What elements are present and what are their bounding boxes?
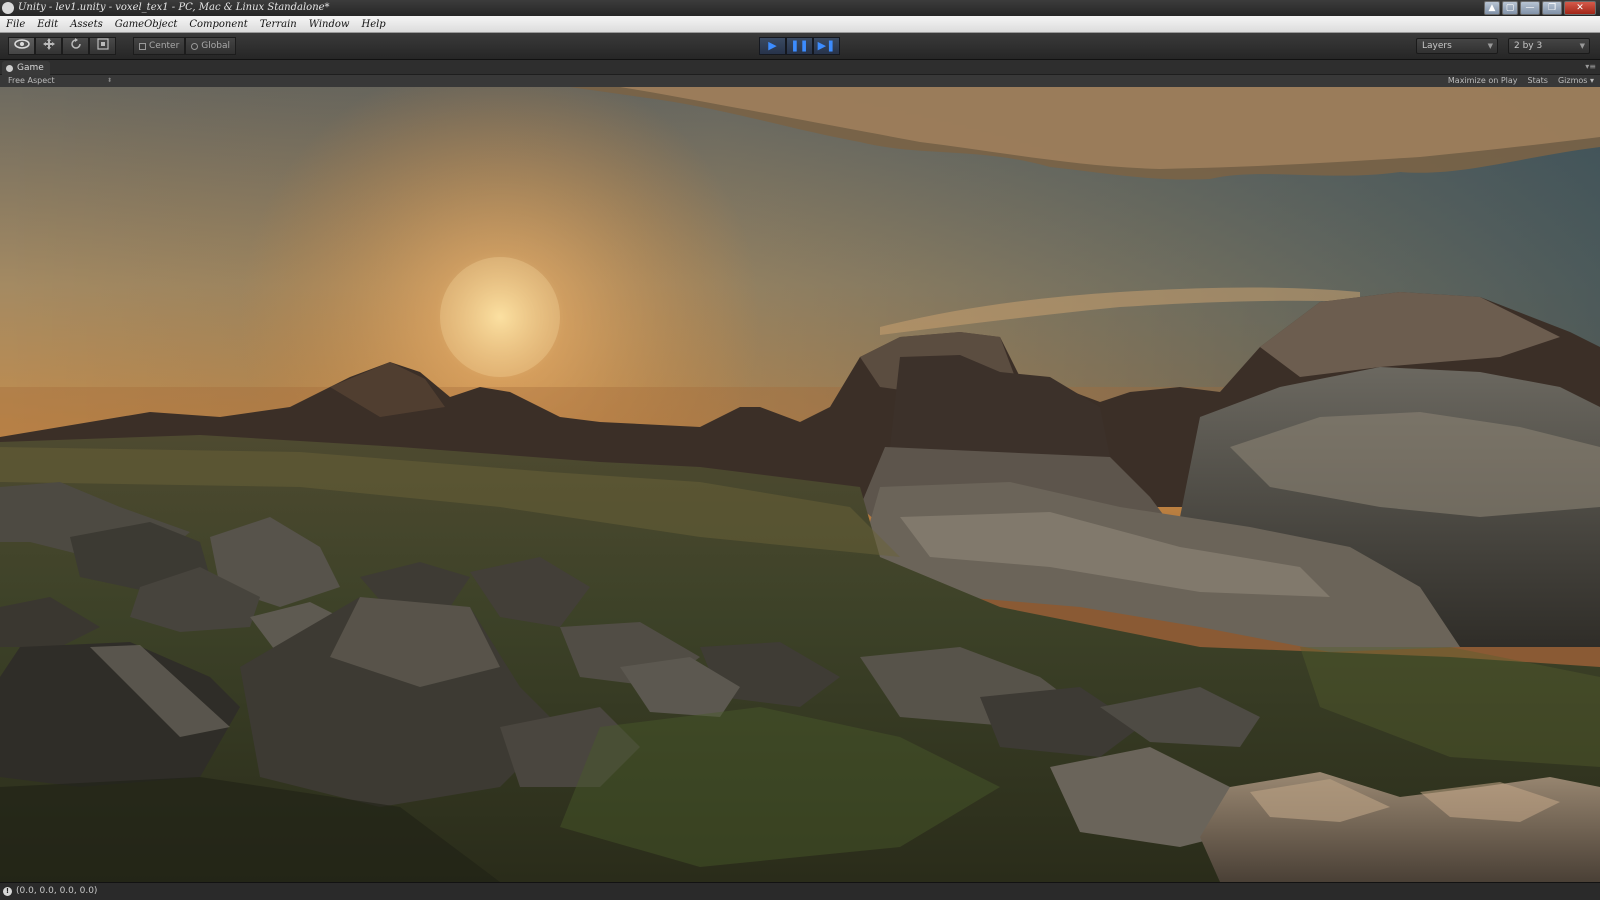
layout-label: 2 by 3 [1514, 41, 1543, 51]
close-button[interactable]: ✕ [1564, 1, 1596, 15]
tab-menu-icon[interactable]: ▾≡ [1585, 62, 1596, 71]
chevron-down-icon: ▼ [1579, 42, 1585, 50]
menu-component[interactable]: Component [189, 19, 247, 30]
chevron-updown-icon: ⬍ [106, 77, 112, 84]
step-button[interactable]: ▶❚ [813, 37, 840, 55]
game-tab-bar: Game ▾≡ [0, 60, 1600, 75]
menu-help[interactable]: Help [361, 19, 385, 30]
game-view-controls: Free Aspect ⬍ Maximize on Play Stats Giz… [0, 75, 1600, 87]
maximize-on-play-toggle[interactable]: Maximize on Play [1448, 75, 1518, 87]
toolbar: Center Global ▶ ❚❚ ▶❚ Layers ▼ 2 by 3 ▼ [0, 33, 1600, 60]
restore-window-button[interactable]: ▢ [1502, 1, 1518, 15]
window-controls: ▲ ▢ — ❐ ✕ [1484, 1, 1596, 15]
transform-tools [8, 37, 116, 55]
menu-bar: File Edit Assets GameObject Component Te… [0, 16, 1600, 33]
status-message[interactable]: (0.0, 0.0, 0.0, 0.0) [16, 883, 97, 900]
eye-icon [13, 39, 30, 49]
playback-controls: ▶ ❚❚ ▶❚ [759, 37, 840, 55]
pivot-rotation-label: Global [201, 41, 231, 51]
menu-window[interactable]: Window [309, 19, 350, 30]
pivot-center-icon [139, 42, 146, 50]
game-tab-icon [6, 64, 13, 72]
tab-game-label: Game [17, 63, 44, 73]
scale-tool-button[interactable] [89, 37, 116, 55]
landscape-render [0, 87, 1600, 882]
pivot-mode-toggle[interactable]: Center [133, 37, 186, 55]
minimize-button[interactable]: — [1520, 1, 1540, 15]
layers-dropdown[interactable]: Layers ▼ [1416, 38, 1498, 54]
window-title: Unity - lev1.unity - voxel_tex1 - PC, Ma… [18, 2, 330, 13]
move-icon [42, 38, 55, 50]
menu-terrain[interactable]: Terrain [260, 19, 297, 30]
layout-dropdown[interactable]: 2 by 3 ▼ [1508, 38, 1590, 54]
game-view-toggles: Maximize on Play Stats Gizmos ▾ [1448, 75, 1594, 87]
aspect-dropdown[interactable]: Free Aspect ⬍ [8, 75, 112, 87]
info-icon: ! [3, 887, 12, 896]
rotate-icon [70, 38, 81, 49]
layers-label: Layers [1422, 41, 1452, 51]
pivot-rotation-toggle[interactable]: Global [185, 37, 237, 55]
gizmos-toggle[interactable]: Gizmos ▾ [1558, 75, 1594, 87]
pivot-mode-label: Center [149, 41, 180, 51]
rotate-tool-button[interactable] [62, 37, 89, 55]
gizmos-label: Gizmos [1557, 76, 1588, 85]
menu-assets[interactable]: Assets [70, 19, 103, 30]
game-viewport[interactable] [0, 87, 1600, 882]
pause-button[interactable]: ❚❚ [786, 37, 813, 55]
unity-logo-icon [2, 2, 14, 14]
view-tool-button[interactable] [8, 37, 35, 55]
status-bar: ! (0.0, 0.0, 0.0, 0.0) [0, 882, 1600, 900]
menu-edit[interactable]: Edit [37, 19, 58, 30]
play-button[interactable]: ▶ [759, 37, 786, 55]
collapse-button[interactable]: ▲ [1484, 1, 1500, 15]
scale-icon [96, 38, 109, 50]
global-icon [191, 42, 199, 50]
menu-gameobject[interactable]: GameObject [115, 19, 178, 30]
menu-file[interactable]: File [6, 19, 25, 30]
chevron-down-icon: ▼ [1487, 42, 1493, 50]
stats-toggle[interactable]: Stats [1528, 75, 1548, 87]
tab-game[interactable]: Game [2, 61, 50, 75]
aspect-label: Free Aspect [8, 76, 55, 85]
title-bar: Unity - lev1.unity - voxel_tex1 - PC, Ma… [0, 0, 1600, 16]
move-tool-button[interactable] [35, 37, 62, 55]
maximize-button[interactable]: ❐ [1542, 1, 1562, 15]
pivot-controls: Center Global [133, 37, 237, 55]
